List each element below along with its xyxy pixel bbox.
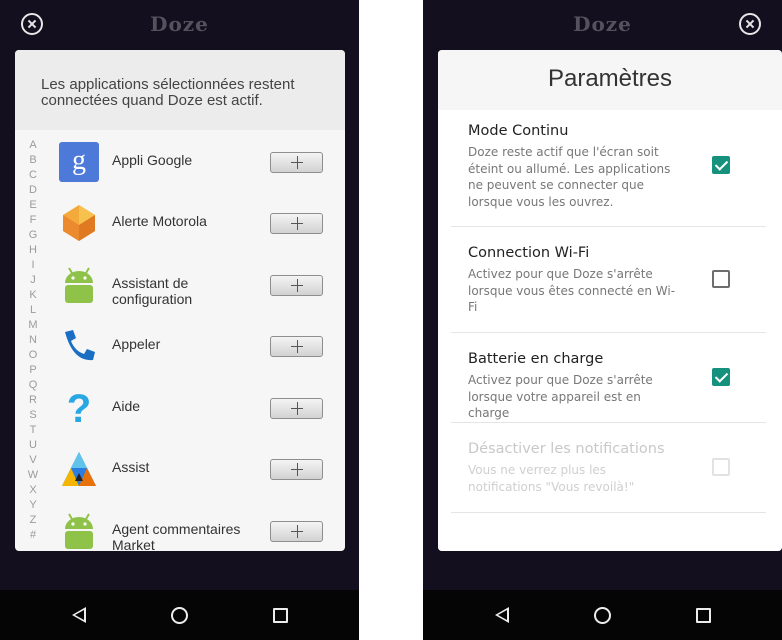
index-letter[interactable]: J [25, 273, 41, 288]
back-icon[interactable] [72, 607, 86, 623]
app-name: Appeler [112, 336, 161, 352]
index-letter[interactable]: F [25, 213, 41, 228]
index-letter[interactable]: W [25, 468, 41, 483]
back-icon[interactable] [495, 607, 509, 623]
wifi-checkbox[interactable] [712, 270, 730, 288]
android-icon [65, 267, 93, 303]
panel-header: Les applications sélectionnées restent c… [15, 50, 345, 130]
add-button[interactable] [270, 459, 323, 480]
index-letter[interactable]: X [25, 483, 41, 498]
setting-description: Vous ne verrez plus les notifications "V… [468, 463, 635, 494]
setting-description: Doze reste actif que l'écran soit éteint… [468, 145, 671, 209]
apps-panel: Les applications sélectionnées restent c… [15, 50, 345, 551]
setting-mode-continu[interactable]: Mode Continu Doze reste actif que l'écra… [451, 110, 766, 227]
app-name: Assistant de configuration [112, 275, 193, 307]
setting-title: Mode Continu [468, 123, 569, 139]
notifications-checkbox [712, 458, 730, 476]
index-letter[interactable]: K [25, 288, 41, 303]
app-name: Assist [112, 459, 150, 475]
left-screen: Doze Les applications sélectionnées rest… [0, 0, 359, 640]
battery-checkbox[interactable] [712, 368, 730, 386]
help-icon: ? [66, 387, 92, 431]
add-button[interactable] [270, 521, 323, 542]
add-button[interactable] [270, 213, 323, 234]
recent-apps-icon[interactable] [696, 608, 711, 623]
nav-bar [0, 590, 359, 640]
index-letter[interactable]: I [25, 258, 41, 273]
index-letter[interactable]: G [25, 228, 41, 243]
index-letter[interactable]: M [25, 318, 41, 333]
list-item: ? Aide [55, 386, 345, 432]
index-letter[interactable]: V [25, 453, 41, 468]
google-icon: g [59, 142, 99, 182]
list-item: g Appli Google [55, 140, 345, 186]
home-icon[interactable] [594, 607, 611, 624]
app-name: Alerte Motorola [112, 213, 207, 229]
app-title: Doze [573, 12, 632, 36]
android-icon [65, 513, 93, 549]
list-item: Alerte Motorola [55, 201, 345, 247]
recent-apps-icon[interactable] [273, 608, 288, 623]
index-letter[interactable]: D [25, 183, 41, 198]
app-title: Doze [150, 12, 209, 36]
nav-bar [423, 590, 782, 640]
index-letter[interactable]: B [25, 153, 41, 168]
settings-title: Paramètres [438, 50, 782, 110]
index-letter[interactable]: N [25, 333, 41, 348]
setting-description: Activez pour que Doze s'arrête lorsque v… [468, 373, 653, 420]
app-name: Appli Google [112, 152, 193, 168]
index-letter[interactable]: Z [25, 513, 41, 528]
app-name: Aide [112, 398, 141, 414]
app-name: Agent commentaires Market [112, 521, 241, 551]
setting-battery[interactable]: Batterie en charge Activez pour que Doze… [451, 333, 766, 423]
setting-title: Batterie en charge [468, 351, 604, 367]
close-icon[interactable] [739, 13, 761, 35]
index-letter[interactable]: H [25, 243, 41, 258]
index-letter[interactable]: L [25, 303, 41, 318]
index-letter[interactable]: E [25, 198, 41, 213]
index-letter[interactable]: O [25, 348, 41, 363]
list-item: Appeler [55, 324, 345, 370]
add-button[interactable] [270, 152, 323, 173]
setting-title: Désactiver les notifications [468, 441, 665, 457]
phone-icon [65, 330, 95, 361]
top-bar: Doze [0, 0, 359, 50]
setting-wifi[interactable]: Connection Wi-Fi Activez pour que Doze s… [451, 227, 766, 333]
motorola-alert-icon [63, 205, 95, 241]
setting-notifications: Désactiver les notifications Vous ne ver… [451, 423, 766, 513]
home-icon[interactable] [171, 607, 188, 624]
list-item: Agent commentaires Market [55, 509, 345, 551]
index-letter[interactable]: Q [25, 378, 41, 393]
add-button[interactable] [270, 336, 323, 357]
index-letter[interactable]: U [25, 438, 41, 453]
list-item: Assist [55, 447, 345, 493]
index-letter[interactable]: A [25, 138, 41, 153]
list-item: Assistant de configuration [55, 263, 345, 309]
index-letter[interactable]: C [25, 168, 41, 183]
alphabet-index[interactable]: A B C D E F G H I J K L M N O P Q R S T U V W X Y Z # [25, 138, 41, 543]
index-letter[interactable]: P [25, 363, 41, 378]
add-button[interactable] [270, 275, 323, 296]
index-letter[interactable]: Y [25, 498, 41, 513]
index-letter[interactable]: # [25, 528, 41, 543]
setting-title: Connection Wi-Fi [468, 245, 590, 261]
add-button[interactable] [270, 398, 323, 419]
setting-description: Activez pour que Doze s'arrête lorsque v… [468, 267, 676, 314]
index-letter[interactable]: S [25, 408, 41, 423]
settings-panel: Paramètres Mode Continu Doze reste actif… [438, 50, 782, 551]
index-letter[interactable]: T [25, 423, 41, 438]
assist-icon [62, 452, 96, 486]
settings-list: Mode Continu Doze reste actif que l'écra… [438, 110, 782, 551]
mode-continu-checkbox[interactable] [712, 156, 730, 174]
right-screen: Doze Paramètres Mode Continu Doze reste … [423, 0, 782, 640]
top-bar: Doze [423, 0, 782, 50]
index-letter[interactable]: R [25, 393, 41, 408]
